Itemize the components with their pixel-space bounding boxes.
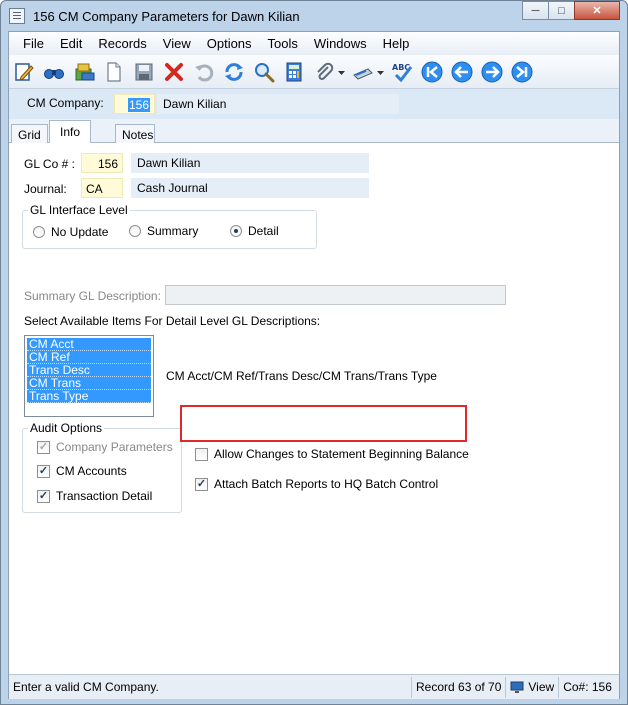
radio-summary-circle	[129, 225, 141, 237]
window-frame: 156 CM Company Parameters for Dawn Kilia…	[0, 0, 628, 705]
glco-label: GL Co # :	[24, 157, 75, 171]
last-record-icon[interactable]	[509, 59, 534, 84]
check-company-parameters-box: ✓	[37, 440, 50, 454]
status-message: Enter a valid CM Company.	[13, 680, 159, 694]
check-transaction-detail[interactable]: ✓ Transaction Detail	[37, 489, 152, 503]
list-item[interactable]: Trans Type	[27, 390, 151, 403]
gl-interface-group: GL Interface Level No Update Summary Det…	[22, 203, 317, 249]
audit-options-group: Audit Options ✓ Company Parameters ✓ CM Ac…	[22, 421, 182, 513]
window-controls: ─ □ ✕	[522, 1, 620, 20]
status-company: Co#: 156	[563, 680, 612, 694]
glco-input[interactable]: 156	[81, 153, 123, 173]
menu-windows[interactable]: Windows	[306, 36, 375, 51]
check-attach-batch-label: Attach Batch Reports to HQ Batch Control	[214, 477, 439, 491]
title-bar: 156 CM Company Parameters for Dawn Kilia…	[1, 1, 627, 31]
menu-bar: File Edit Records View Options Tools Win…	[9, 32, 619, 55]
radio-detail-circle	[230, 225, 242, 237]
scanner-dropdown-icon[interactable]	[376, 59, 385, 84]
tab-notes[interactable]: Notes	[115, 124, 155, 143]
attachment-dropdown-icon[interactable]	[337, 59, 346, 84]
check-company-parameters-label: Company Parameters	[56, 440, 173, 454]
journal-name: Cash Journal	[131, 178, 369, 198]
check-cm-accounts[interactable]: ✓ CM Accounts	[37, 464, 127, 478]
status-record: Record 63 of 70	[416, 680, 502, 694]
company-header: CM Company: 156 Dawn Kilian	[9, 89, 619, 119]
cm-company-label: CM Company:	[27, 96, 104, 110]
check-company-parameters: ✓ Company Parameters	[37, 440, 173, 454]
status-mode: View	[506, 680, 558, 694]
status-mode-label: View	[528, 680, 555, 694]
form-icon	[9, 8, 25, 24]
check-transaction-detail-box: ✓	[37, 489, 50, 503]
menu-tools[interactable]: Tools	[260, 36, 306, 51]
journal-input[interactable]: CA	[81, 178, 123, 198]
spellcheck-icon[interactable]: ABC	[389, 59, 414, 84]
edit-record-icon[interactable]	[11, 59, 36, 84]
cm-company-input[interactable]: 156	[114, 94, 155, 114]
check-attach-batch-box: ✓	[195, 477, 208, 491]
attachment-icon[interactable]	[311, 59, 336, 84]
window-title: 156 CM Company Parameters for Dawn Kilia…	[33, 8, 300, 24]
select-items-label: Select Available Items For Detail Level …	[24, 314, 321, 328]
monitor-icon	[510, 681, 524, 693]
undo-icon[interactable]	[191, 59, 216, 84]
radio-no-update-circle	[33, 226, 45, 238]
radio-no-update-label: No Update	[51, 225, 109, 239]
radio-summary[interactable]: Summary	[129, 224, 198, 238]
highlight-box	[180, 405, 467, 442]
check-allow-changes-box	[195, 447, 208, 461]
check-attach-batch[interactable]: ✓ Attach Batch Reports to HQ Batch Contro…	[195, 477, 438, 491]
search-icon[interactable]	[251, 59, 276, 84]
status-bar: Enter a valid CM Company. Record 63 of 7…	[9, 674, 619, 699]
delete-icon[interactable]	[161, 59, 186, 84]
minimize-button[interactable]: ─	[522, 1, 549, 20]
summary-desc-label: Summary GL Description:	[24, 289, 161, 303]
radio-summary-label: Summary	[147, 224, 199, 238]
check-cm-accounts-label: CM Accounts	[56, 464, 127, 478]
refresh-icon[interactable]	[221, 59, 246, 84]
cm-company-value: 156	[127, 98, 150, 112]
calculator-icon[interactable]	[281, 59, 306, 84]
summary-desc-input[interactable]	[165, 285, 506, 305]
check-transaction-detail-label: Transaction Detail	[56, 489, 153, 503]
previous-record-icon[interactable]	[449, 59, 474, 84]
available-items-list[interactable]: CM Acct CM Ref Trans Desc CM Trans Trans…	[24, 335, 154, 417]
menu-records[interactable]: Records	[90, 36, 154, 51]
radio-detail-label: Detail	[248, 224, 279, 238]
toolbar: ABC	[9, 55, 619, 89]
tab-strip: Grid Info Notes	[9, 119, 619, 144]
menu-options[interactable]: Options	[199, 36, 260, 51]
new-page-icon[interactable]	[101, 59, 126, 84]
client-area: File Edit Records View Options Tools Win…	[8, 31, 620, 699]
cm-company-name: Dawn Kilian	[157, 94, 399, 114]
scanner-icon[interactable]	[350, 59, 375, 84]
next-record-icon[interactable]	[479, 59, 504, 84]
glco-name: Dawn Kilian	[131, 153, 369, 173]
menu-help[interactable]: Help	[375, 36, 418, 51]
maximize-button[interactable]: □	[548, 1, 575, 20]
gl-interface-title: GL Interface Level	[28, 203, 130, 217]
data-export-icon[interactable]	[71, 59, 96, 84]
close-button[interactable]: ✕	[574, 1, 620, 20]
check-cm-accounts-box: ✓	[37, 464, 50, 478]
first-record-icon[interactable]	[419, 59, 444, 84]
check-allow-changes-label: Allow Changes to Statement Beginning Bal…	[214, 447, 469, 461]
detail-desc-preview: CM Acct/CM Ref/Trans Desc/CM Trans/Trans…	[166, 369, 437, 383]
binoculars-icon[interactable]	[41, 59, 66, 84]
menu-view[interactable]: View	[155, 36, 199, 51]
check-allow-changes[interactable]: Allow Changes to Statement Beginning Bal…	[195, 447, 469, 461]
tab-info[interactable]: Info	[49, 120, 92, 144]
radio-detail[interactable]: Detail	[230, 224, 279, 238]
tab-grid[interactable]: Grid	[11, 124, 48, 143]
radio-no-update[interactable]: No Update	[33, 225, 108, 239]
audit-options-title: Audit Options	[28, 421, 105, 435]
journal-label: Journal:	[24, 182, 67, 196]
menu-file[interactable]: File	[15, 36, 52, 51]
save-icon[interactable]	[131, 59, 156, 84]
menu-edit[interactable]: Edit	[52, 36, 90, 51]
